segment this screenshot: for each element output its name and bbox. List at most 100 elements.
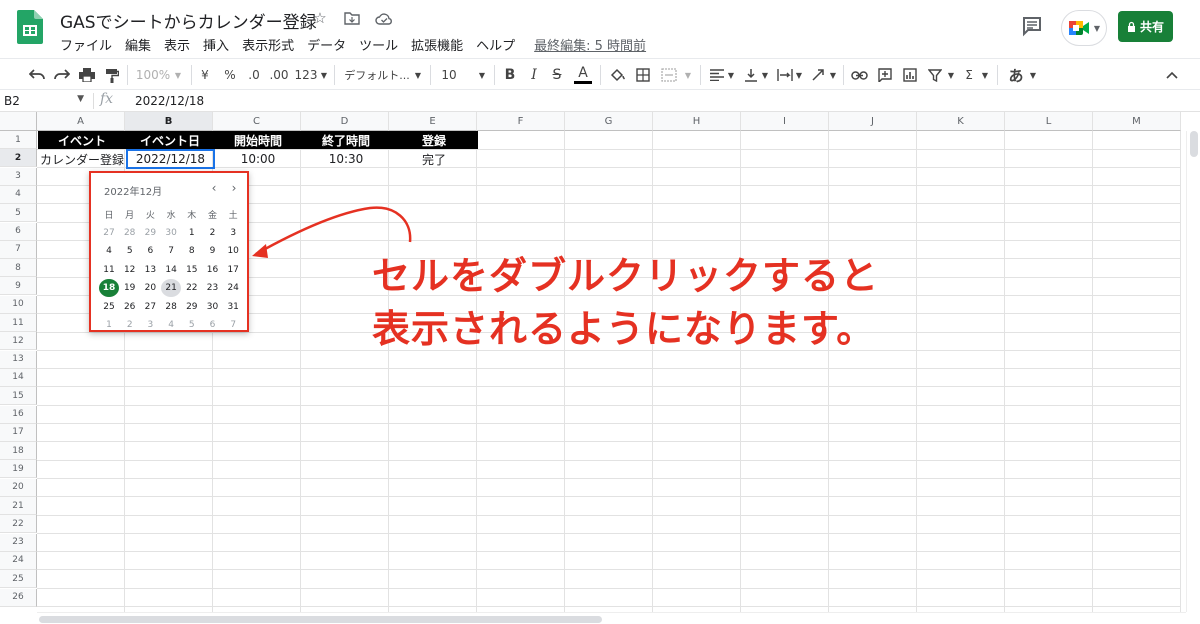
percent-format-button[interactable]: % [223, 65, 237, 85]
insert-comment-icon[interactable] [876, 65, 894, 85]
menu-data[interactable]: データ [307, 35, 346, 54]
menu-edit[interactable]: 編集 [125, 35, 151, 54]
undo-icon[interactable] [28, 65, 46, 85]
cell-b1[interactable]: イベント日 [126, 131, 214, 149]
column-header-e[interactable]: E [389, 112, 477, 131]
calendar-day[interactable]: 6 [140, 242, 160, 260]
valign-dropdown-icon[interactable]: ▼ [760, 65, 770, 85]
calendar-day[interactable]: 8 [182, 242, 202, 260]
row-header-22[interactable]: 22 [0, 515, 37, 534]
column-header-g[interactable]: G [565, 112, 653, 131]
calendar-day[interactable]: 25 [99, 298, 119, 316]
row-header-20[interactable]: 20 [0, 478, 37, 497]
formula-input[interactable]: 2022/12/18 [135, 94, 204, 108]
calendar-day[interactable]: 28 [120, 224, 140, 242]
calendar-day[interactable]: 3 [140, 316, 160, 334]
column-header-m[interactable]: M [1093, 112, 1181, 131]
menu-view[interactable]: 表示 [164, 35, 190, 54]
row-header-12[interactable]: 12 [0, 332, 37, 351]
calendar-day[interactable]: 30 [203, 298, 223, 316]
column-header-k[interactable]: K [917, 112, 1005, 131]
column-header-c[interactable]: C [213, 112, 301, 131]
calendar-day[interactable]: 20 [140, 279, 160, 297]
rotate-dropdown-icon[interactable]: ▼ [828, 65, 838, 85]
next-month-button[interactable]: › [227, 181, 241, 195]
row-header-6[interactable]: 6 [0, 222, 37, 241]
row-header-1[interactable]: 1 [0, 131, 37, 149]
row-header-23[interactable]: 23 [0, 533, 37, 552]
menu-extensions[interactable]: 拡張機能 [411, 35, 463, 54]
prev-month-button[interactable]: ‹ [207, 181, 221, 195]
row-header-10[interactable]: 10 [0, 295, 37, 314]
number-format-button[interactable]: 123 [294, 65, 318, 85]
increase-decimal-button[interactable]: .00 [268, 65, 290, 85]
font-size-select[interactable]: 10 [440, 65, 458, 85]
row-header-19[interactable]: 19 [0, 460, 37, 479]
calendar-day[interactable]: 19 [120, 279, 140, 297]
calendar-day[interactable]: 7 [223, 316, 243, 334]
redo-icon[interactable] [53, 65, 71, 85]
document-title[interactable]: GASでシートからカレンダー登録 [60, 8, 317, 33]
sheets-logo-icon[interactable] [17, 10, 43, 44]
row-header-18[interactable]: 18 [0, 442, 37, 461]
calendar-day[interactable]: 4 [161, 316, 181, 334]
calendar-day[interactable]: 12 [120, 261, 140, 279]
cell-c2[interactable]: 10:00 [214, 150, 302, 168]
calendar-day[interactable]: 1 [99, 316, 119, 334]
cell-a1[interactable]: イベント [38, 131, 126, 149]
number-format-dropdown-icon[interactable]: ▼ [318, 65, 330, 85]
column-header-b[interactable]: B [125, 112, 213, 131]
calendar-day[interactable]: 11 [99, 261, 119, 279]
row-header-4[interactable]: 4 [0, 185, 37, 204]
share-button[interactable]: 共有 [1118, 11, 1173, 42]
menu-tools[interactable]: ツール [359, 35, 398, 54]
decrease-decimal-button[interactable]: .0 [245, 65, 263, 85]
row-header-13[interactable]: 13 [0, 350, 37, 369]
row-header-5[interactable]: 5 [0, 204, 37, 223]
cell-c1[interactable]: 開始時間 [214, 131, 302, 149]
calendar-day[interactable]: 16 [203, 261, 223, 279]
last-edit-link[interactable]: 最終編集: 5 時間前 [534, 35, 646, 54]
menu-format[interactable]: 表示形式 [242, 35, 294, 54]
row-header-11[interactable]: 11 [0, 314, 37, 332]
strikethrough-button[interactable]: S [549, 65, 565, 85]
meet-button[interactable]: ▼ [1061, 10, 1107, 46]
row-header-16[interactable]: 16 [0, 405, 37, 424]
column-header-d[interactable]: D [301, 112, 389, 131]
font-size-dropdown-icon[interactable]: ▼ [476, 65, 488, 85]
menu-insert[interactable]: 挿入 [203, 35, 229, 54]
calendar-day[interactable]: 24 [223, 279, 243, 297]
zoom-dropdown-icon[interactable]: ▼ [172, 65, 184, 85]
functions-dropdown-icon[interactable]: ▼ [980, 65, 990, 85]
calendar-day[interactable]: 26 [120, 298, 140, 316]
insert-chart-icon[interactable] [901, 65, 919, 85]
bold-button[interactable]: B [502, 65, 518, 85]
row-header-14[interactable]: 14 [0, 368, 37, 387]
zoom-select[interactable]: 100% [136, 65, 170, 85]
calendar-day[interactable]: 6 [203, 316, 223, 334]
filter-dropdown-icon[interactable]: ▼ [946, 65, 956, 85]
calendar-day[interactable]: 13 [140, 261, 160, 279]
comment-icon[interactable] [1020, 14, 1044, 38]
horizontal-align-icon[interactable] [708, 65, 726, 85]
name-box[interactable]: B2 ▼ [4, 94, 88, 108]
calendar-day[interactable]: 27 [140, 298, 160, 316]
italic-button[interactable]: I [526, 65, 542, 85]
currency-format-button[interactable]: ¥ [198, 65, 212, 85]
calendar-day[interactable]: 22 [182, 279, 202, 297]
input-tools-button[interactable]: あ [1006, 65, 1026, 85]
fill-color-icon[interactable] [608, 65, 626, 85]
calendar-day[interactable]: 29 [140, 224, 160, 242]
functions-button[interactable]: Σ [960, 65, 978, 85]
vertical-scrollbar[interactable] [1186, 131, 1200, 612]
calendar-day[interactable]: 7 [161, 242, 181, 260]
calendar-day[interactable]: 28 [161, 298, 181, 316]
calendar-day[interactable]: 5 [182, 316, 202, 334]
column-header-h[interactable]: H [653, 112, 741, 131]
calendar-day[interactable]: 9 [203, 242, 223, 260]
row-header-24[interactable]: 24 [0, 551, 37, 570]
insert-link-icon[interactable] [850, 65, 868, 85]
cell-a2[interactable]: カレンダー登録 [38, 150, 126, 168]
text-color-button[interactable]: A [574, 65, 592, 84]
row-header-7[interactable]: 7 [0, 240, 37, 259]
